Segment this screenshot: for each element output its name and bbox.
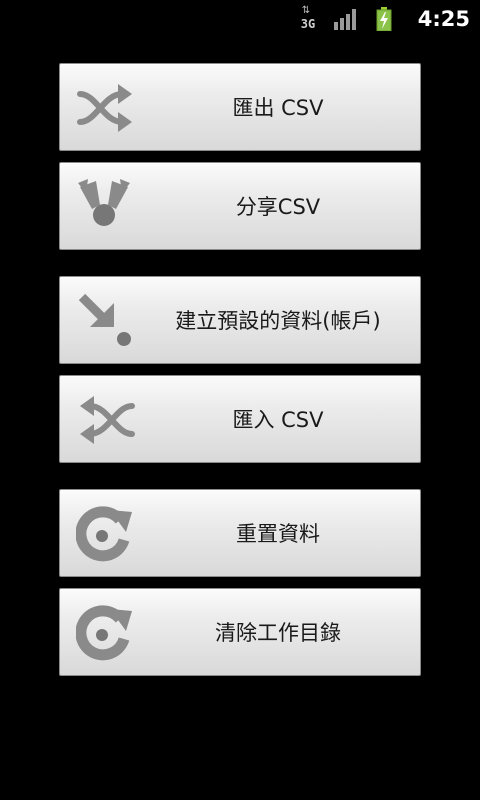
data-activity-icon: ⇅ <box>301 5 310 16</box>
reset-data-button[interactable]: 重置資料 <box>59 489 421 577</box>
signal-strength-icon <box>333 8 358 30</box>
battery-charging-icon <box>376 7 392 32</box>
clock: 4:25 <box>417 7 470 31</box>
create-default-data-button[interactable]: 建立預設的資料(帳戶) <box>59 276 421 364</box>
status-icons: ⇅ 3G 4:25 <box>300 0 480 38</box>
import-csv-button[interactable]: 匯入 CSV <box>59 375 421 463</box>
menu-item-label: 匯出 CSV <box>232 96 324 120</box>
status-bar: ⇅ 3G 4:25 <box>0 0 480 38</box>
shuffle-icon <box>76 80 136 136</box>
network-type-label: 3G <box>300 17 316 31</box>
menu-item-label: 匯入 CSV <box>232 408 324 432</box>
share-icon <box>76 179 136 235</box>
arrow-dot-icon <box>76 293 136 349</box>
export-csv-button[interactable]: 匯出 CSV <box>59 63 421 151</box>
reset-icon <box>75 506 136 562</box>
shuffle-reverse-icon <box>76 392 136 448</box>
menu-item-label: 清除工作目錄 <box>215 621 341 645</box>
clear-working-directory-button[interactable]: 清除工作目錄 <box>59 588 421 676</box>
menu-item-label: 建立預設的資料(帳戶) <box>175 309 381 333</box>
reset-icon <box>75 605 136 661</box>
menu-item-label: 分享CSV <box>235 195 321 219</box>
network-3g-icon: ⇅ 3G <box>300 6 320 32</box>
share-csv-button[interactable]: 分享CSV <box>59 162 421 250</box>
menu-item-label: 重置資料 <box>236 522 320 546</box>
